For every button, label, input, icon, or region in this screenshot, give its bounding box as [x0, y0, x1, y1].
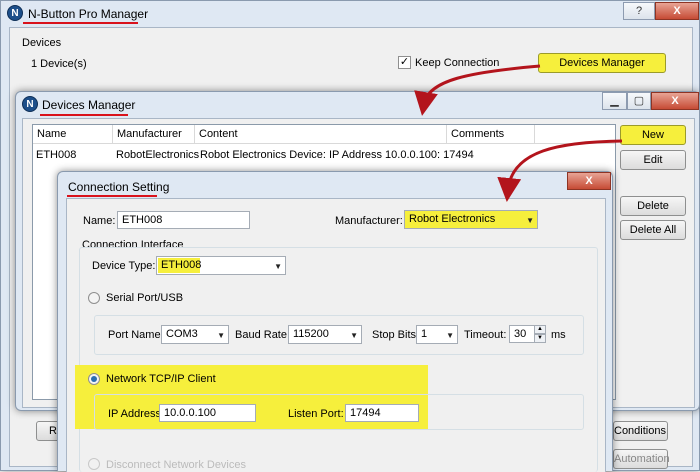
baud-rate-select[interactable]: 115200 ▼ — [288, 325, 362, 344]
connection-setting-title-underline — [67, 195, 157, 197]
timeout-spin-down[interactable]: ▼ — [534, 334, 546, 343]
automation-button[interactable]: Automation — [613, 449, 670, 469]
new-button[interactable]: New — [620, 125, 686, 145]
interface-group — [79, 247, 598, 472]
timeout-spin-up[interactable]: ▲ — [534, 325, 546, 334]
listen-port-input[interactable]: 17494 — [345, 404, 419, 422]
minimize-button[interactable]: ▁ — [602, 92, 627, 110]
stop-bits-label: Stop Bits — [372, 329, 417, 341]
name-label: Name: — [83, 215, 116, 227]
baud-rate-label: Baud Rate: — [235, 329, 291, 341]
manufacturer-value: Robot Electronics — [409, 213, 496, 225]
stop-bits-value: 1 — [421, 328, 428, 340]
connection-setting-close-button[interactable]: X — [567, 172, 611, 190]
devices-group-label: Devices — [22, 37, 62, 49]
help-button[interactable]: ? — [623, 2, 655, 20]
port-name-select[interactable]: COM3 ▼ — [161, 325, 229, 344]
row-content: Robot Electronics Device: IP Address 10.… — [200, 149, 474, 161]
timeout-unit: ms — [551, 329, 566, 341]
manufacturer-label: Manufacturer: — [335, 215, 403, 227]
stop-bits-select[interactable]: 1 ▼ — [416, 325, 458, 344]
name-input[interactable]: ETH008 — [117, 211, 250, 229]
table-row[interactable]: ETH008 RobotElectronics Robot Electronic… — [33, 146, 615, 164]
column-header-content[interactable]: Content — [195, 125, 447, 144]
device-type-value: ETH008 — [161, 259, 202, 271]
serial-radio[interactable] — [88, 292, 100, 304]
ip-address-label: IP Address: — [108, 408, 165, 420]
devices-manager-close-button[interactable]: X — [651, 92, 699, 110]
ip-address-input[interactable]: 10.0.0.100 — [159, 404, 256, 422]
device-count: 1 Device(s) — [31, 58, 87, 70]
maximize-button[interactable]: ▢ — [627, 92, 651, 110]
close-button[interactable]: X — [655, 2, 699, 20]
serial-label: Serial Port/USB — [106, 292, 184, 304]
main-window-title: N-Button Pro Manager — [28, 7, 149, 21]
chevron-down-icon: ▼ — [446, 331, 454, 340]
devices-manager-title-underline — [40, 114, 128, 116]
manufacturer-select[interactable]: Robot Electronics ▼ — [404, 210, 538, 229]
devices-manager-logo-icon: N — [22, 96, 38, 112]
network-radio[interactable] — [88, 373, 100, 385]
app-logo-icon: N — [7, 5, 23, 21]
chevron-down-icon: ▼ — [350, 331, 358, 340]
connection-setting-window: Connection Setting X Name: ETH008 Manufa… — [57, 171, 613, 472]
column-header-name[interactable]: Name — [33, 125, 113, 144]
table-header: Name Manufacturer Content Comments — [33, 125, 615, 144]
network-label: Network TCP/IP Client — [106, 373, 216, 385]
keep-connection-checkbox[interactable]: ✓ — [398, 56, 411, 69]
devices-manager-title: Devices Manager — [42, 98, 136, 112]
port-name-value: COM3 — [166, 328, 198, 340]
row-manufacturer: RobotElectronics — [116, 149, 200, 161]
column-header-comments[interactable]: Comments — [447, 125, 535, 144]
column-header-manufacturer[interactable]: Manufacturer — [113, 125, 195, 144]
devices-manager-button[interactable]: Devices Manager — [538, 53, 666, 73]
chevron-down-icon: ▼ — [217, 331, 225, 340]
chevron-down-icon: ▼ — [526, 216, 534, 225]
row-name: ETH008 — [36, 149, 77, 161]
edit-button[interactable]: Edit — [620, 150, 686, 170]
timeout-input[interactable]: 30 — [509, 325, 535, 343]
baud-rate-value: 115200 — [293, 328, 329, 340]
keep-connection-label: Keep Connection — [415, 57, 500, 69]
port-name-label: Port Name: — [108, 329, 164, 341]
listen-port-label: Listen Port: — [288, 408, 344, 420]
delete-all-button[interactable]: Delete All — [620, 220, 686, 240]
connection-setting-title: Connection Setting — [68, 180, 170, 194]
device-type-label: Device Type: — [92, 260, 156, 272]
device-type-select[interactable]: ETH008 ▼ — [156, 256, 286, 275]
title-annotation-underline — [23, 22, 138, 24]
chevron-down-icon: ▼ — [274, 262, 282, 271]
timeout-label: Timeout: — [464, 329, 507, 341]
disconnect-radio[interactable] — [88, 458, 100, 470]
disconnect-label: Disconnect Network Devices — [106, 459, 246, 471]
delete-button[interactable]: Delete — [620, 196, 686, 216]
conditions-button[interactable]: Conditions — [613, 421, 668, 441]
